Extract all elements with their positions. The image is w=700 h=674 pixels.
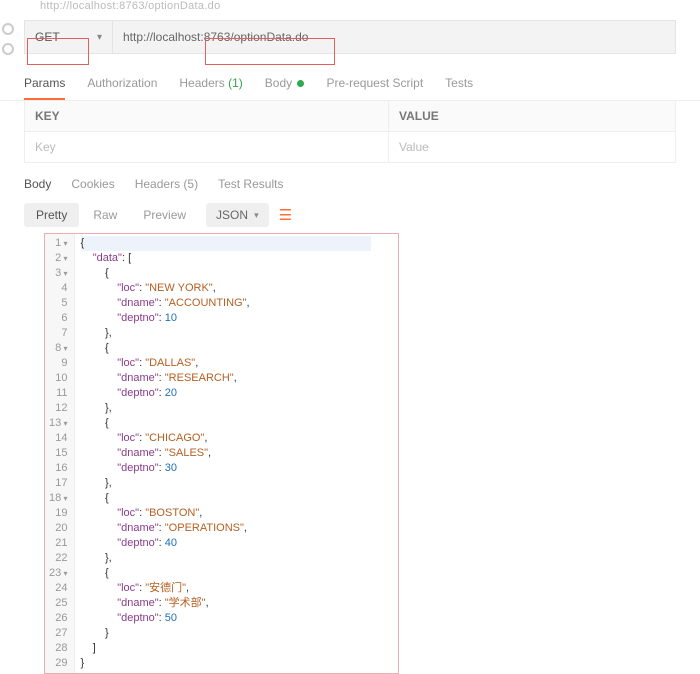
http-method-label: GET xyxy=(35,30,60,44)
resp-tab-headers[interactable]: Headers (5) xyxy=(135,177,198,191)
view-preview-button[interactable]: Preview xyxy=(131,203,198,227)
body-modified-dot-icon xyxy=(297,80,304,87)
tab-params[interactable]: Params xyxy=(24,76,65,100)
line-wrap-icon[interactable]: ☰ xyxy=(279,206,292,224)
tab-body[interactable]: Body xyxy=(265,76,305,100)
resp-headers-count: (5) xyxy=(183,177,198,191)
headers-count: (1) xyxy=(228,76,243,90)
kv-key-input[interactable]: Key xyxy=(25,132,389,162)
http-method-dropdown[interactable]: GET ▾ xyxy=(25,21,113,53)
request-bar: GET ▾ http://localhost:8763/optionData.d… xyxy=(24,20,676,54)
tab-prerequest[interactable]: Pre-request Script xyxy=(326,76,423,100)
chevron-down-icon: ▾ xyxy=(97,32,102,43)
url-input[interactable]: http://localhost:8763/optionData.do xyxy=(113,21,675,53)
request-tabs: Params Authorization Headers (1) Body Pr… xyxy=(0,54,700,101)
tab-headers[interactable]: Headers (1) xyxy=(179,76,242,100)
resp-tab-headers-label: Headers xyxy=(135,177,180,191)
resp-tab-tests[interactable]: Test Results xyxy=(218,177,283,191)
format-dropdown[interactable]: JSON ▾ xyxy=(206,203,269,227)
kv-key-header: KEY xyxy=(25,101,389,131)
resp-tab-body[interactable]: Body xyxy=(24,177,51,191)
kv-value-input[interactable]: Value xyxy=(389,132,675,162)
resp-tab-cookies[interactable]: Cookies xyxy=(71,177,114,191)
format-label: JSON xyxy=(216,208,248,222)
view-raw-button[interactable]: Raw xyxy=(81,203,129,227)
response-toolbar: Pretty Raw Preview JSON ▾ ☰ xyxy=(0,199,700,233)
line-gutter: 1234567891011121314151617181920212223242… xyxy=(45,234,75,673)
response-body: 1234567891011121314151617181920212223242… xyxy=(44,233,399,674)
tab-headers-label: Headers xyxy=(179,76,224,90)
response-tabs: Body Cookies Headers (5) Test Results xyxy=(0,163,700,199)
chevron-down-icon: ▾ xyxy=(254,210,259,221)
kv-value-header: VALUE xyxy=(389,101,675,131)
tab-body-label: Body xyxy=(265,76,292,90)
tab-authorization[interactable]: Authorization xyxy=(87,76,157,100)
breadcrumb: http://localhost:8763/optionData.do xyxy=(0,0,700,16)
json-source[interactable]: { "data": [ { "loc": "NEW YORK", "dname"… xyxy=(75,234,377,673)
tab-tests[interactable]: Tests xyxy=(445,76,473,100)
url-text: http://localhost:8763/optionData.do xyxy=(123,30,308,44)
kv-header-row: KEY VALUE xyxy=(24,101,676,132)
kv-input-row: Key Value xyxy=(24,132,676,163)
view-pretty-button[interactable]: Pretty xyxy=(24,203,79,227)
